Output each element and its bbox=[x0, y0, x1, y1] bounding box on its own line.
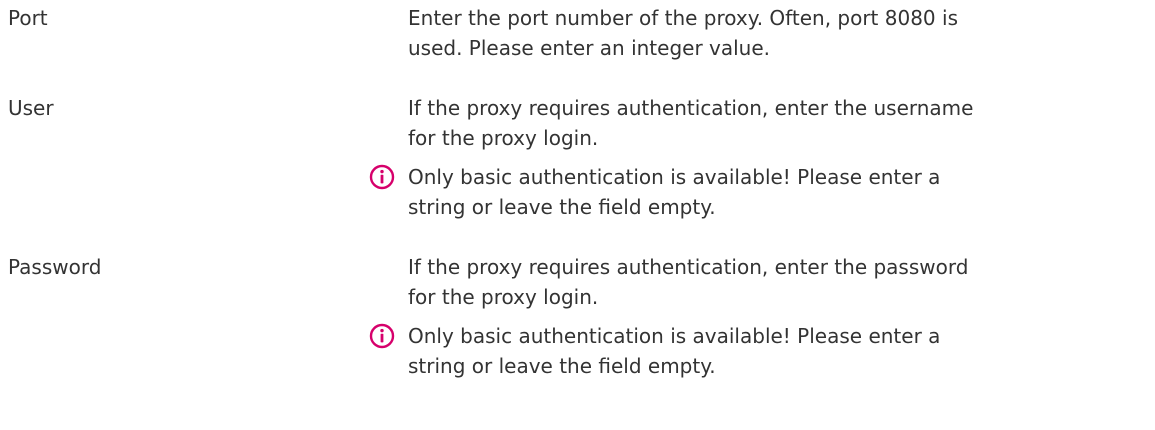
info-note-text: Only basic authentication is available! … bbox=[408, 165, 941, 219]
info-note: Only basic authentication is available! … bbox=[367, 162, 998, 222]
setting-label: Password bbox=[8, 255, 102, 279]
setting-row-user: User If the proxy requires authenticatio… bbox=[0, 93, 1155, 222]
setting-description: If the proxy requires authentication, en… bbox=[408, 96, 974, 150]
setting-label: Port bbox=[8, 6, 48, 30]
setting-description-block: Enter the port number of the proxy. Ofte… bbox=[408, 3, 998, 63]
setting-description-block: If the proxy requires authentication, en… bbox=[369, 252, 998, 381]
setting-description-block: If the proxy requires authentication, en… bbox=[369, 93, 998, 222]
setting-description: If the proxy requires authentication, en… bbox=[408, 255, 969, 309]
settings-table: Port Enter the port number of the proxy.… bbox=[0, 0, 1155, 381]
setting-label: User bbox=[8, 96, 54, 120]
info-icon bbox=[367, 162, 397, 192]
info-note-text: Only basic authentication is available! … bbox=[408, 324, 941, 378]
info-icon bbox=[367, 321, 397, 351]
setting-description: Enter the port number of the proxy. Ofte… bbox=[408, 6, 958, 60]
setting-row-port: Port Enter the port number of the proxy.… bbox=[0, 3, 1155, 63]
info-note: Only basic authentication is available! … bbox=[367, 321, 998, 381]
setting-row-password: Password If the proxy requires authentic… bbox=[0, 252, 1155, 381]
